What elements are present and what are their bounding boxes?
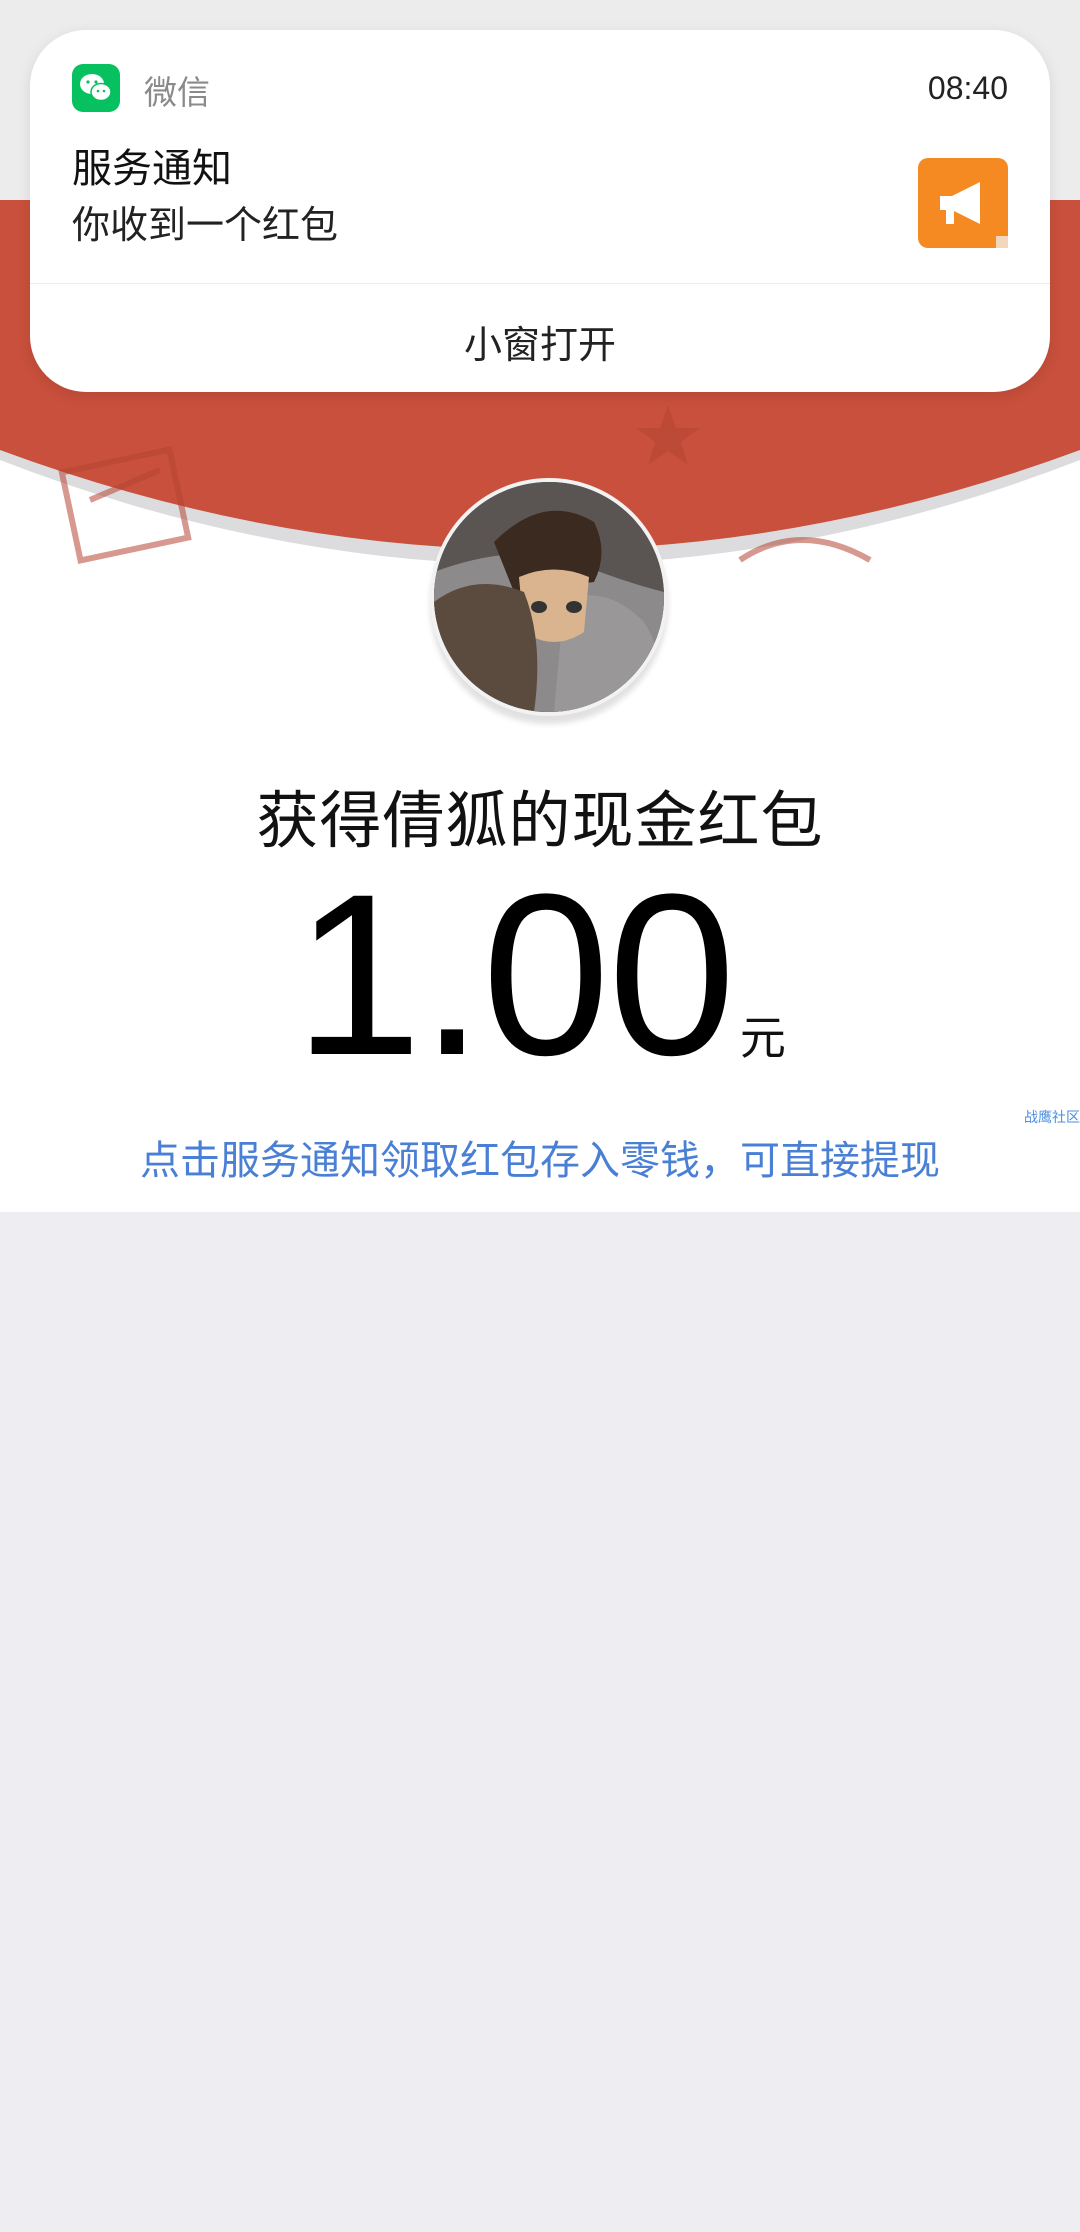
watermark: 战鹰社区 [1024, 1110, 1080, 1126]
notification-title: 服务通知 [72, 146, 232, 192]
claim-hint-link[interactable]: 点击服务通知领取红包存入零钱，可直接提现 [0, 1128, 1080, 1186]
megaphone-icon [918, 158, 1008, 248]
wechat-icon [72, 64, 120, 112]
notification-divider [30, 283, 1050, 284]
amount-value: 1.00 [294, 846, 736, 1103]
amount-row: 1.00 元 [0, 860, 1080, 1090]
app-name: 微信 [144, 73, 210, 112]
notification-time: 08:40 [927, 70, 1008, 106]
sender-avatar [430, 478, 668, 716]
amount-unit: 元 [739, 1011, 786, 1065]
open-in-small-window-button[interactable]: 小窗打开 [30, 314, 1050, 369]
service-notification[interactable]: 微信 08:40 服务通知 你收到一个红包 小窗打开 [30, 30, 1050, 392]
notification-body: 你收到一个红包 [72, 203, 339, 247]
